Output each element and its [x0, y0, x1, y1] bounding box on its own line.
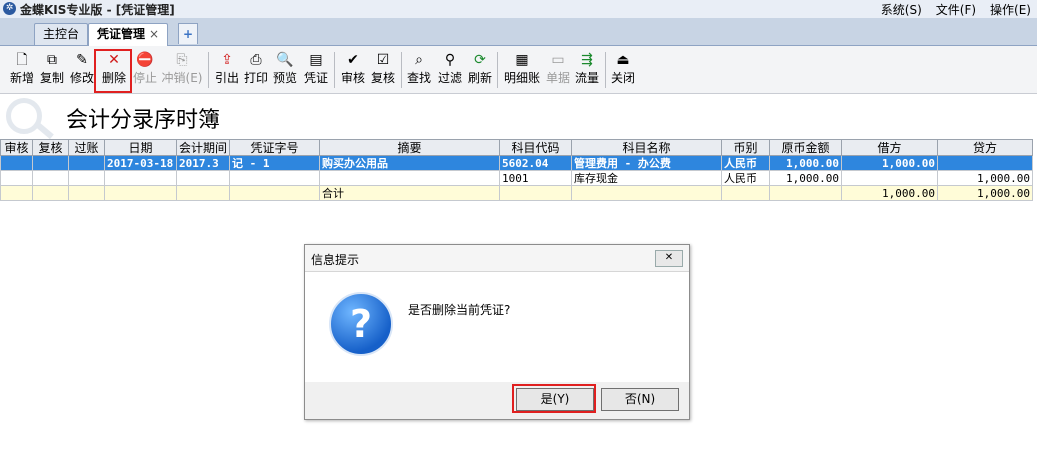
title-bar: ✲ 金蝶KIS专业版 - [凭证管理] 系统(S) 文件(F) 操作(E): [0, 0, 1037, 18]
exit-icon: ⏏: [616, 52, 630, 68]
kingdee-logo-icon: ✲: [3, 2, 16, 15]
edit-icon: ✎: [76, 52, 88, 68]
report-title: 会计分录序时簿: [66, 108, 221, 133]
col-original-amount[interactable]: 原币金额: [769, 139, 843, 156]
tab-label: 凭证管理: [97, 27, 146, 41]
copy-icon: ⧉: [47, 52, 57, 68]
col-credit[interactable]: 贷方: [937, 139, 1034, 156]
no-button[interactable]: 否(N): [601, 388, 679, 411]
copy-button[interactable]: ⧉ 复制: [38, 50, 66, 90]
col-posted[interactable]: 过账: [68, 139, 105, 156]
dialog-close-icon[interactable]: ✕: [655, 250, 683, 267]
preview-icon: 🔍: [276, 52, 294, 68]
document-button[interactable]: ▭ 单据: [544, 50, 572, 90]
voucher-button[interactable]: ▤ 凭证: [302, 50, 330, 90]
print-button[interactable]: ⎙ 打印: [243, 50, 269, 90]
preview-button[interactable]: 🔍 预览: [272, 50, 298, 90]
ledger-icon: ▦: [515, 52, 529, 68]
flow-icon: ⇶: [581, 52, 593, 68]
menu-operation[interactable]: 操作(E): [990, 1, 1031, 18]
document-icon: ▭: [551, 52, 565, 68]
menu-file[interactable]: 文件(F): [936, 1, 976, 18]
col-account-name[interactable]: 科目名称: [571, 139, 723, 156]
question-icon: ?: [329, 292, 393, 356]
tab-close-icon[interactable]: ×: [149, 27, 159, 41]
tab-voucher-management[interactable]: 凭证管理 ×: [88, 23, 169, 46]
new-document-icon: 🗋: [16, 52, 28, 68]
refresh-icon: ⟳: [474, 52, 486, 68]
yes-highlight-box: [512, 384, 596, 413]
export-button[interactable]: ⇪ 引出: [214, 50, 240, 90]
col-voucher-no[interactable]: 凭证字号: [229, 139, 321, 156]
toolbar-separator: [605, 52, 606, 88]
edit-button[interactable]: ✎ 修改: [68, 50, 96, 90]
toolbar-separator: [334, 52, 335, 88]
export-icon: ⇪: [221, 52, 233, 68]
filter-icon: ⚲: [444, 52, 456, 68]
col-review[interactable]: 复核: [32, 139, 69, 156]
col-summary[interactable]: 摘要: [319, 139, 501, 156]
col-period[interactable]: 会计期间: [175, 139, 231, 156]
add-tab-icon[interactable]: +: [178, 23, 198, 44]
detail-ledger-button[interactable]: ▦ 明细账: [502, 50, 542, 90]
total-row: 合计 1,000.00 1,000.00: [0, 185, 1034, 201]
tab-console[interactable]: 主控台: [34, 23, 89, 45]
review-button[interactable]: ☑ 复核: [369, 50, 397, 90]
cash-flow-button[interactable]: ⇶ 流量: [573, 50, 601, 90]
toolbar: 🗋 新增 ⧉ 复制 ✎ 修改 ✕ 删除 ⛔ 停止 ⎘ 冲销(E) ⇪ 引出 ⎙ …: [0, 46, 1037, 94]
review-icon: ☑: [376, 52, 390, 68]
col-account-code[interactable]: 科目代码: [499, 139, 573, 156]
audit-icon: ✔: [347, 52, 359, 68]
table-row[interactable]: 2017-03-18 2017.3 记 - 1 购买办公用品 5602.04 管…: [0, 155, 1034, 171]
window-title: 金蝶KIS专业版 - [凭证管理]: [20, 3, 175, 17]
audit-button[interactable]: ✔ 审核: [340, 50, 366, 90]
table-row[interactable]: 1001 库存现金 人民币 1,000.00 1,000.00: [0, 170, 1034, 186]
grid-header-row: 审核 复核 过账 日期 会计期间 凭证字号 摘要 科目代码 科目名称 币别 原币…: [0, 139, 1034, 156]
dialog-body: ? 是否删除当前凭证?: [305, 272, 689, 382]
tab-strip: 主控台 凭证管理 × +: [0, 18, 1037, 46]
tab-label: 主控台: [43, 27, 80, 41]
journal-grid: 审核 复核 过账 日期 会计期间 凭证字号 摘要 科目代码 科目名称 币别 原币…: [0, 139, 1034, 201]
col-date[interactable]: 日期: [104, 139, 177, 156]
find-button[interactable]: ⌕ 查找: [405, 50, 433, 90]
dialog-message: 是否删除当前凭证?: [408, 303, 511, 317]
stop-button[interactable]: ⛔ 停止: [132, 50, 158, 90]
col-audit[interactable]: 审核: [0, 139, 33, 156]
refresh-button[interactable]: ⟳ 刷新: [466, 50, 494, 90]
confirm-delete-dialog: 信息提示 ✕ ? 是否删除当前凭证? 是(Y) 否(N): [304, 244, 690, 420]
close-button[interactable]: ⏏ 关闭: [609, 50, 637, 90]
toolbar-separator: [208, 52, 209, 88]
col-debit[interactable]: 借方: [841, 139, 939, 156]
col-currency[interactable]: 币别: [721, 139, 771, 156]
menu-bar: 系统(S) 文件(F) 操作(E): [881, 1, 1031, 18]
menu-system[interactable]: 系统(S): [881, 1, 922, 18]
printer-icon: ⎙: [250, 52, 262, 68]
voucher-icon: ▤: [309, 52, 323, 68]
dialog-title: 信息提示: [311, 253, 360, 267]
toolbar-separator: [401, 52, 402, 88]
filter-button[interactable]: ⚲ 过滤: [436, 50, 464, 90]
reverse-button[interactable]: ⎘ 冲销(E): [160, 50, 204, 90]
toolbar-separator: [497, 52, 498, 88]
delete-highlight-box: [94, 49, 132, 93]
find-icon: ⌕: [415, 52, 423, 68]
new-button[interactable]: 🗋 新增: [8, 50, 36, 90]
reverse-icon: ⎘: [176, 52, 188, 68]
stop-icon: ⛔: [136, 52, 154, 68]
dialog-title-bar[interactable]: 信息提示 ✕: [305, 245, 689, 272]
